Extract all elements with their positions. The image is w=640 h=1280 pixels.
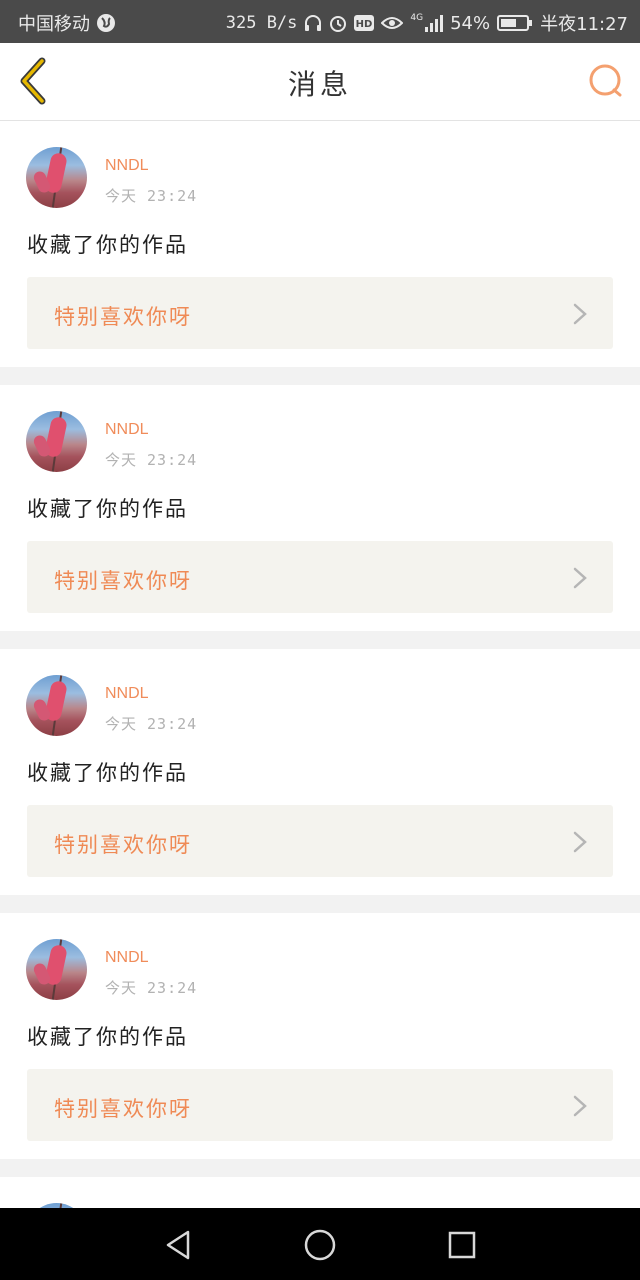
status-bar-left: 中国移动 bbox=[18, 10, 116, 36]
quoted-comment[interactable]: 特别喜欢你呀 bbox=[27, 1069, 613, 1141]
search-button[interactable] bbox=[588, 63, 624, 99]
username[interactable]: NNDL bbox=[105, 685, 149, 703]
message-action: 收藏了你的作品 bbox=[27, 233, 188, 257]
chevron-right-icon bbox=[573, 1095, 587, 1117]
quote-text: 特别喜欢你呀 bbox=[54, 833, 192, 857]
username[interactable]: NNDL bbox=[105, 421, 149, 439]
battery-percent: 54% bbox=[450, 12, 491, 34]
square-recents-icon bbox=[448, 1231, 476, 1259]
system-nav-bar bbox=[0, 1208, 640, 1280]
carrier-label: 中国移动 bbox=[18, 14, 90, 35]
clock: 半夜11:27 bbox=[540, 14, 628, 35]
system-recents-button[interactable] bbox=[445, 1228, 479, 1262]
svg-text:HD: HD bbox=[356, 19, 373, 30]
username[interactable]: NNDL bbox=[105, 949, 149, 967]
header: 消息 bbox=[0, 43, 640, 121]
status-bar-right: 325 B/s HD 4G 54% 半夜11:27 bbox=[226, 10, 628, 36]
quote-text: 特别喜欢你呀 bbox=[54, 569, 192, 593]
hd-icon: HD bbox=[354, 14, 375, 32]
status-bar: 中国移动 325 B/s HD 4G 54% 半夜11:27 bbox=[0, 0, 640, 43]
message-card: NNDL 今天 23:24 收藏了你的作品 特别喜欢你呀 bbox=[0, 121, 640, 367]
battery-icon bbox=[497, 14, 533, 32]
message-action: 收藏了你的作品 bbox=[27, 1025, 188, 1049]
message-card: NNDL 今天 23:24 收藏了你的作品 特别喜欢你呀 bbox=[0, 385, 640, 631]
message-action: 收藏了你的作品 bbox=[27, 497, 188, 521]
eye-icon bbox=[381, 15, 404, 31]
message-card-partial bbox=[0, 1177, 640, 1208]
triangle-back-icon bbox=[166, 1230, 190, 1260]
quoted-comment[interactable]: 特别喜欢你呀 bbox=[27, 541, 613, 613]
circle-home-icon bbox=[304, 1229, 336, 1261]
quoted-comment[interactable]: 特别喜欢你呀 bbox=[27, 805, 613, 877]
quote-text: 特别喜欢你呀 bbox=[54, 305, 192, 329]
globe-icon bbox=[96, 13, 116, 33]
chevron-right-icon bbox=[573, 831, 587, 853]
quoted-comment[interactable]: 特别喜欢你呀 bbox=[27, 277, 613, 349]
timestamp: 今天 23:24 bbox=[105, 187, 198, 205]
avatar[interactable] bbox=[26, 411, 87, 472]
message-action: 收藏了你的作品 bbox=[27, 761, 188, 785]
timestamp: 今天 23:24 bbox=[105, 451, 198, 469]
avatar[interactable] bbox=[26, 675, 87, 736]
headphones-icon bbox=[304, 14, 322, 32]
avatar[interactable] bbox=[26, 147, 87, 208]
alarm-icon bbox=[329, 14, 347, 32]
chevron-right-icon bbox=[573, 567, 587, 589]
username[interactable]: NNDL bbox=[105, 157, 149, 175]
avatar[interactable] bbox=[26, 939, 87, 1000]
signal-label: 4G bbox=[410, 13, 424, 23]
search-icon bbox=[589, 64, 622, 97]
chevron-right-icon bbox=[573, 303, 587, 325]
timestamp: 今天 23:24 bbox=[105, 715, 198, 733]
timestamp: 今天 23:24 bbox=[105, 979, 198, 997]
system-home-button[interactable] bbox=[303, 1228, 337, 1262]
page-title: 消息 bbox=[287, 68, 352, 101]
message-card: NNDL 今天 23:24 收藏了你的作品 特别喜欢你呀 bbox=[0, 913, 640, 1159]
network-speed: 325 B/s bbox=[225, 13, 298, 33]
message-card: NNDL 今天 23:24 收藏了你的作品 特别喜欢你呀 bbox=[0, 649, 640, 895]
signal-icon: 4G bbox=[410, 13, 444, 32]
system-back-button[interactable] bbox=[162, 1228, 196, 1262]
quote-text: 特别喜欢你呀 bbox=[54, 1097, 192, 1121]
